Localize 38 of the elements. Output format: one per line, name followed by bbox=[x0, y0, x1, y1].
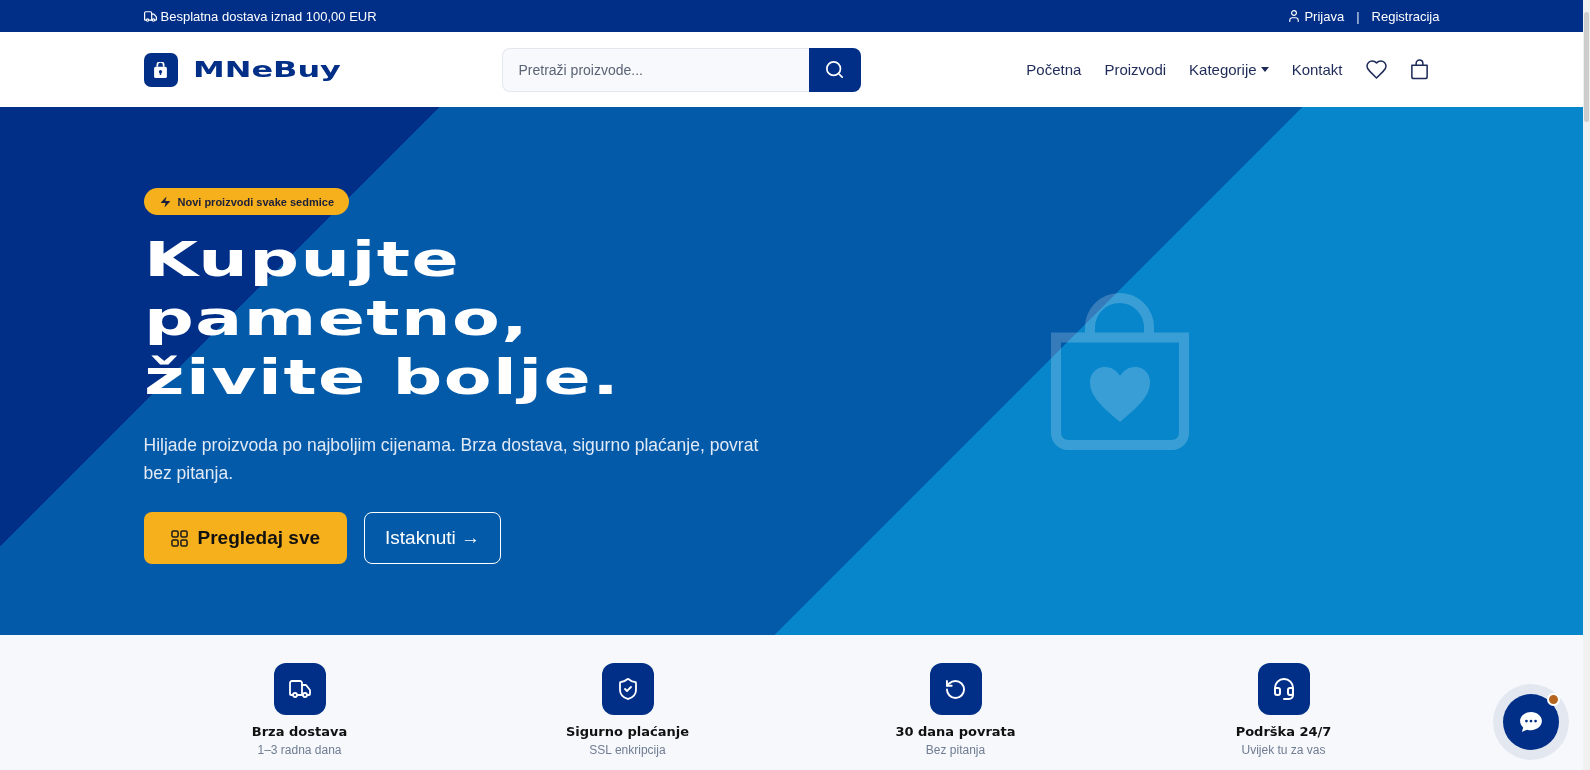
bag-icon bbox=[143, 52, 178, 87]
feature-subtitle: SSL enkripcija bbox=[589, 743, 666, 758]
nav-link[interactable]: Kontakt bbox=[1291, 61, 1343, 78]
featured-button[interactable]: Istaknuti → bbox=[364, 512, 502, 564]
truck-icon bbox=[273, 663, 326, 715]
bag-heart-icon bbox=[1050, 292, 1189, 450]
shield-check-icon bbox=[601, 663, 654, 715]
search-icon bbox=[826, 61, 843, 78]
shopping-bag-icon[interactable] bbox=[1409, 59, 1429, 80]
feature-title: 30 dana povrata bbox=[895, 724, 1016, 740]
chat-icon bbox=[1520, 712, 1542, 732]
login-link[interactable]: Prijava bbox=[1289, 8, 1345, 24]
logo-text[interactable]: MNeBuy bbox=[192, 56, 341, 83]
feature-subtitle: Bez pitanja bbox=[925, 743, 986, 758]
feature-subtitle: Uvijek tu za vas bbox=[1241, 743, 1326, 758]
search-button[interactable] bbox=[808, 47, 861, 92]
feature-title: Podrška 24/7 bbox=[1235, 724, 1332, 740]
user-icon bbox=[1289, 10, 1300, 22]
hero-description: Hiljade proizvoda po najboljim cijenama. Brza dostava, sigurno plaćanje, povrat bez pitanja. bbox=[143, 434, 760, 485]
feature-title: Brza dostava bbox=[251, 724, 348, 740]
truck-icon bbox=[143, 10, 157, 22]
hero-heading: Kupujte pametno, živite bolje. bbox=[143, 230, 620, 407]
shipping-notice: Besplatna dostava iznad 100,00 EUR bbox=[160, 8, 377, 24]
nav-link[interactable]: Kategorije bbox=[1189, 61, 1269, 78]
view-all-button[interactable]: Pregledaj sve bbox=[143, 512, 348, 564]
grid-icon bbox=[170, 529, 188, 547]
register-link[interactable]: Registracija bbox=[1371, 8, 1440, 24]
scrollbar[interactable] bbox=[1583, 0, 1590, 770]
nav-link[interactable]: Proizvodi bbox=[1104, 61, 1167, 78]
feature-title: Sigurno plaćanje bbox=[565, 724, 689, 740]
headset-icon bbox=[1257, 663, 1310, 715]
lightning-icon bbox=[160, 196, 170, 207]
heart-icon[interactable] bbox=[1365, 60, 1387, 79]
separator: | bbox=[1356, 8, 1360, 24]
feature-subtitle: 1–3 radna dana bbox=[257, 743, 342, 758]
nav-link[interactable]: Početna bbox=[1026, 61, 1082, 78]
search-field[interactable]: Pretraži proizvode... bbox=[501, 47, 809, 92]
badge-text: Novi proizvodi svake sedmice bbox=[177, 195, 334, 208]
